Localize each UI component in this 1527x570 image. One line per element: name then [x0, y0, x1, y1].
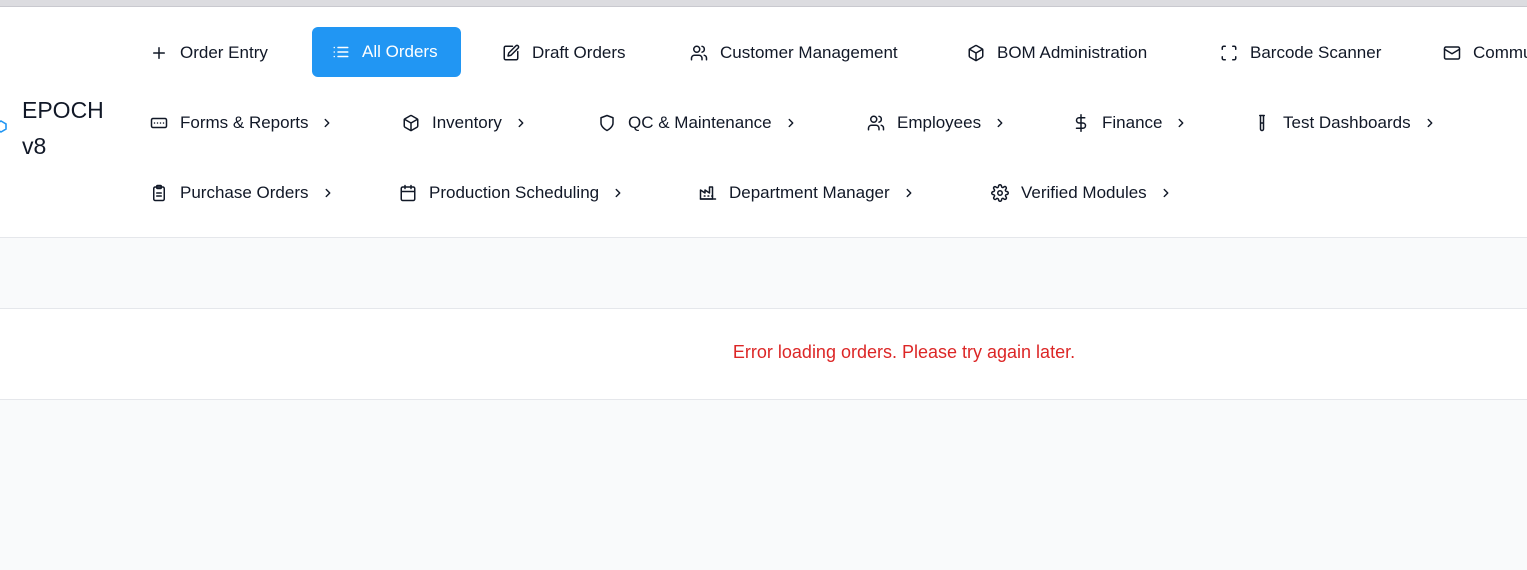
nav-label: Barcode Scanner [1250, 43, 1382, 62]
package-icon [402, 114, 420, 132]
nav-verified-modules[interactable]: Verified Modules [991, 168, 1173, 218]
brand-name: EPOCH v8 [22, 97, 104, 159]
nav-label: Verified Modules [1021, 183, 1147, 202]
gear-icon [991, 184, 1009, 202]
nav-communications[interactable]: Commu [1443, 28, 1527, 78]
nav-all-orders[interactable]: All Orders [312, 27, 461, 77]
nav-label: Purchase Orders [180, 183, 309, 202]
nav-employees[interactable]: Employees [867, 98, 1007, 148]
nav-qc-maintenance[interactable]: QC & Maintenance [598, 98, 798, 148]
chevron-right-icon [325, 188, 330, 198]
plus-icon [150, 44, 168, 62]
nav-label: Test Dashboards [1283, 113, 1411, 132]
nav-label: Inventory [432, 113, 502, 132]
error-message: Error loading orders. Please try again l… [732, 342, 1076, 362]
chevron-right-icon [518, 118, 524, 128]
nav-label: BOM Administration [997, 43, 1148, 62]
nav-customer-management[interactable]: Customer Management [690, 28, 898, 78]
nav-label: QC & Maintenance [628, 113, 772, 132]
nav-department-manager[interactable]: Department Manager [699, 168, 916, 218]
edit-icon [502, 44, 520, 62]
factory-icon [699, 184, 717, 202]
chevron-right-icon [1179, 118, 1184, 128]
nav-label: Customer Management [720, 43, 898, 62]
test-tube-icon [1253, 114, 1271, 132]
nav-bom-administration[interactable]: BOM Administration [967, 28, 1147, 78]
browser-top-strip [0, 0, 1527, 7]
chevron-right-icon [997, 118, 1003, 128]
clipboard-icon [150, 184, 168, 202]
nav-draft-orders[interactable]: Draft Orders [502, 28, 626, 78]
nav-forms-reports[interactable]: Forms & Reports [150, 98, 334, 148]
nav-label: Commu [1473, 43, 1527, 62]
orders-panel: Error loading orders. Please try again l… [0, 309, 1527, 400]
chevron-right-icon [788, 118, 794, 128]
nav-purchase-orders[interactable]: Purchase Orders [150, 168, 335, 218]
nav-finance[interactable]: Finance [1072, 98, 1188, 148]
users-icon [867, 114, 885, 132]
nav-production-scheduling[interactable]: Production Scheduling [399, 168, 625, 218]
nav-label: Department Manager [729, 183, 890, 202]
dollar-icon [1072, 114, 1090, 132]
chevron-right-icon [1427, 118, 1433, 128]
chevron-right-icon [325, 118, 330, 128]
scan-icon [1220, 44, 1238, 62]
nav-order-entry[interactable]: Order Entry [150, 28, 268, 78]
chevron-right-icon [1163, 188, 1169, 198]
form-icon [150, 114, 168, 132]
nav-label: Order Entry [180, 43, 268, 62]
chevron-right-icon [615, 188, 621, 198]
users-icon [690, 44, 708, 62]
nav-label: Production Scheduling [429, 183, 600, 202]
logo-icon [0, 120, 7, 133]
package-icon [967, 44, 985, 62]
mail-icon [1443, 44, 1461, 62]
brand[interactable]: EPOCH v8 [0, 92, 130, 162]
list-icon [332, 43, 350, 61]
toolbar-band [0, 238, 1527, 309]
nav-label: Employees [897, 113, 982, 132]
nav-label: All Orders [362, 42, 438, 61]
nav-inventory[interactable]: Inventory [402, 98, 528, 148]
chevron-right-icon [906, 188, 912, 198]
calendar-icon [399, 184, 417, 202]
main-navigation: EPOCH v8 Order Entry All Orders Draft Or… [0, 7, 1527, 238]
nav-test-dashboards[interactable]: Test Dashboards [1253, 98, 1437, 148]
nav-label: Finance [1102, 113, 1163, 132]
nav-label: Forms & Reports [180, 113, 309, 132]
nav-label: Draft Orders [532, 43, 626, 62]
nav-barcode-scanner[interactable]: Barcode Scanner [1220, 28, 1381, 78]
shield-icon [598, 114, 616, 132]
